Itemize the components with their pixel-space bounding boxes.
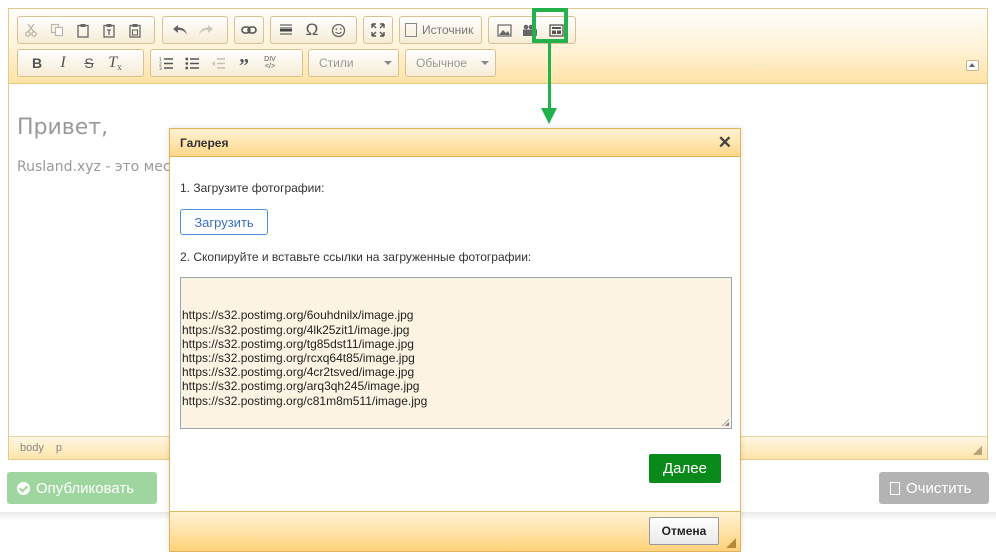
copy-icon[interactable] <box>44 17 70 43</box>
horizontal-rule-icon[interactable] <box>273 17 299 43</box>
gallery-highlight-box <box>532 8 568 43</box>
check-circle-icon <box>17 481 30 495</box>
link-line: https://s32.postimg.org/4lk25zit1/image.… <box>182 322 410 337</box>
upload-button[interactable]: Загрузить <box>180 209 268 235</box>
link-line: https://s32.postimg.org/6ouhdnilx/image.… <box>182 308 414 323</box>
dialog-footer: Отмена <box>170 511 740 551</box>
paste-text-icon[interactable] <box>96 17 122 43</box>
remove-format-icon[interactable]: Tx <box>102 50 128 76</box>
path-item-p[interactable]: p <box>56 442 62 454</box>
resize-handle[interactable] <box>973 446 982 455</box>
link-icon[interactable] <box>236 17 262 43</box>
source-group: Источник <box>399 16 482 44</box>
next-button[interactable]: Далее <box>649 454 721 483</box>
chevron-down-icon <box>384 61 392 65</box>
paragraph-group: 123 ” DIV </> <box>150 49 303 77</box>
svg-text:3: 3 <box>159 66 162 70</box>
collapse-toolbar-button[interactable] <box>966 60 979 71</box>
dialog-resize-handle[interactable] <box>726 538 736 548</box>
textarea-resize-handle[interactable] <box>721 418 729 426</box>
link-group <box>234 16 264 44</box>
format-dropdown[interactable]: Обычное <box>405 49 496 77</box>
chevron-down-icon <box>481 61 489 65</box>
maximize-icon[interactable] <box>365 17 391 43</box>
annotation-arrow-head <box>541 108 557 124</box>
clipboard-group <box>17 16 155 44</box>
blockquote-icon[interactable]: ” <box>231 50 257 77</box>
insert-group: Ω <box>270 16 357 44</box>
link-line: https://s32.postimg.org/c81m8m511/image.… <box>182 393 428 408</box>
dialog-title: Галерея <box>180 136 229 150</box>
strikethrough-icon[interactable]: S <box>76 50 102 76</box>
redo-icon[interactable] <box>193 17 219 43</box>
create-div-icon[interactable]: DIV </> <box>257 50 283 76</box>
link-line: https://s32.postimg.org/rcxq64t85/image.… <box>182 351 415 366</box>
format-group: B I S Tx <box>17 49 144 77</box>
source-button[interactable]: Источник <box>400 17 479 43</box>
special-char-icon[interactable]: Ω <box>299 17 325 43</box>
links-textarea[interactable]: https://s32.postimg.org/6ouhdnilx/image.… <box>180 277 732 429</box>
cut-icon[interactable] <box>18 17 44 43</box>
step-links-label: 2. Скопируйте и вставьте ссылки на загру… <box>180 250 532 264</box>
clear-button[interactable]: Очистить <box>879 472 989 504</box>
document-icon <box>890 481 900 495</box>
path-item-body[interactable]: body <box>20 442 44 454</box>
content-heading: Привет, <box>17 115 109 140</box>
publish-button[interactable]: Опубликовать <box>7 472 157 504</box>
outdent-icon[interactable] <box>205 50 231 76</box>
source-icon <box>405 23 417 37</box>
italic-icon[interactable]: I <box>50 50 76 76</box>
smiley-icon[interactable] <box>325 17 351 43</box>
paste-word-icon[interactable] <box>122 17 148 43</box>
editor-toolbar: Ω Источник B I S T x 1 2 3 ” DIV </> Сти… <box>9 9 987 84</box>
numbered-list-icon[interactable]: 123 <box>153 50 179 76</box>
content-paragraph: Rusland.xyz - это мес <box>17 159 171 175</box>
link-line: https://s32.postimg.org/tg85dst11/image.… <box>182 336 414 351</box>
step-upload-label: 1. Загрузите фотографии: <box>180 181 325 195</box>
bold-icon[interactable]: B <box>24 50 50 76</box>
history-group <box>162 16 228 44</box>
cancel-button[interactable]: Отмена <box>649 517 719 545</box>
gallery-dialog: Галерея ✕ 1. Загрузите фотографии: Загру… <box>169 128 741 552</box>
link-line: https://s32.postimg.org/4cr2tsved/image.… <box>182 365 415 380</box>
dialog-title-bar[interactable]: Галерея ✕ <box>170 129 740 157</box>
undo-icon[interactable] <box>167 17 193 43</box>
styles-dropdown[interactable]: Стили <box>308 49 399 77</box>
editor-content[interactable]: Привет, Rusland.xyz - это мес <box>17 115 171 175</box>
image-icon[interactable] <box>491 17 517 43</box>
maximize-group <box>363 16 393 44</box>
close-icon[interactable]: ✕ <box>718 134 732 151</box>
paste-icon[interactable] <box>70 17 96 43</box>
annotation-arrow <box>548 43 551 111</box>
bulleted-list-icon[interactable] <box>179 50 205 76</box>
link-line: https://s32.postimg.org/arq3qh245/image.… <box>182 379 420 394</box>
